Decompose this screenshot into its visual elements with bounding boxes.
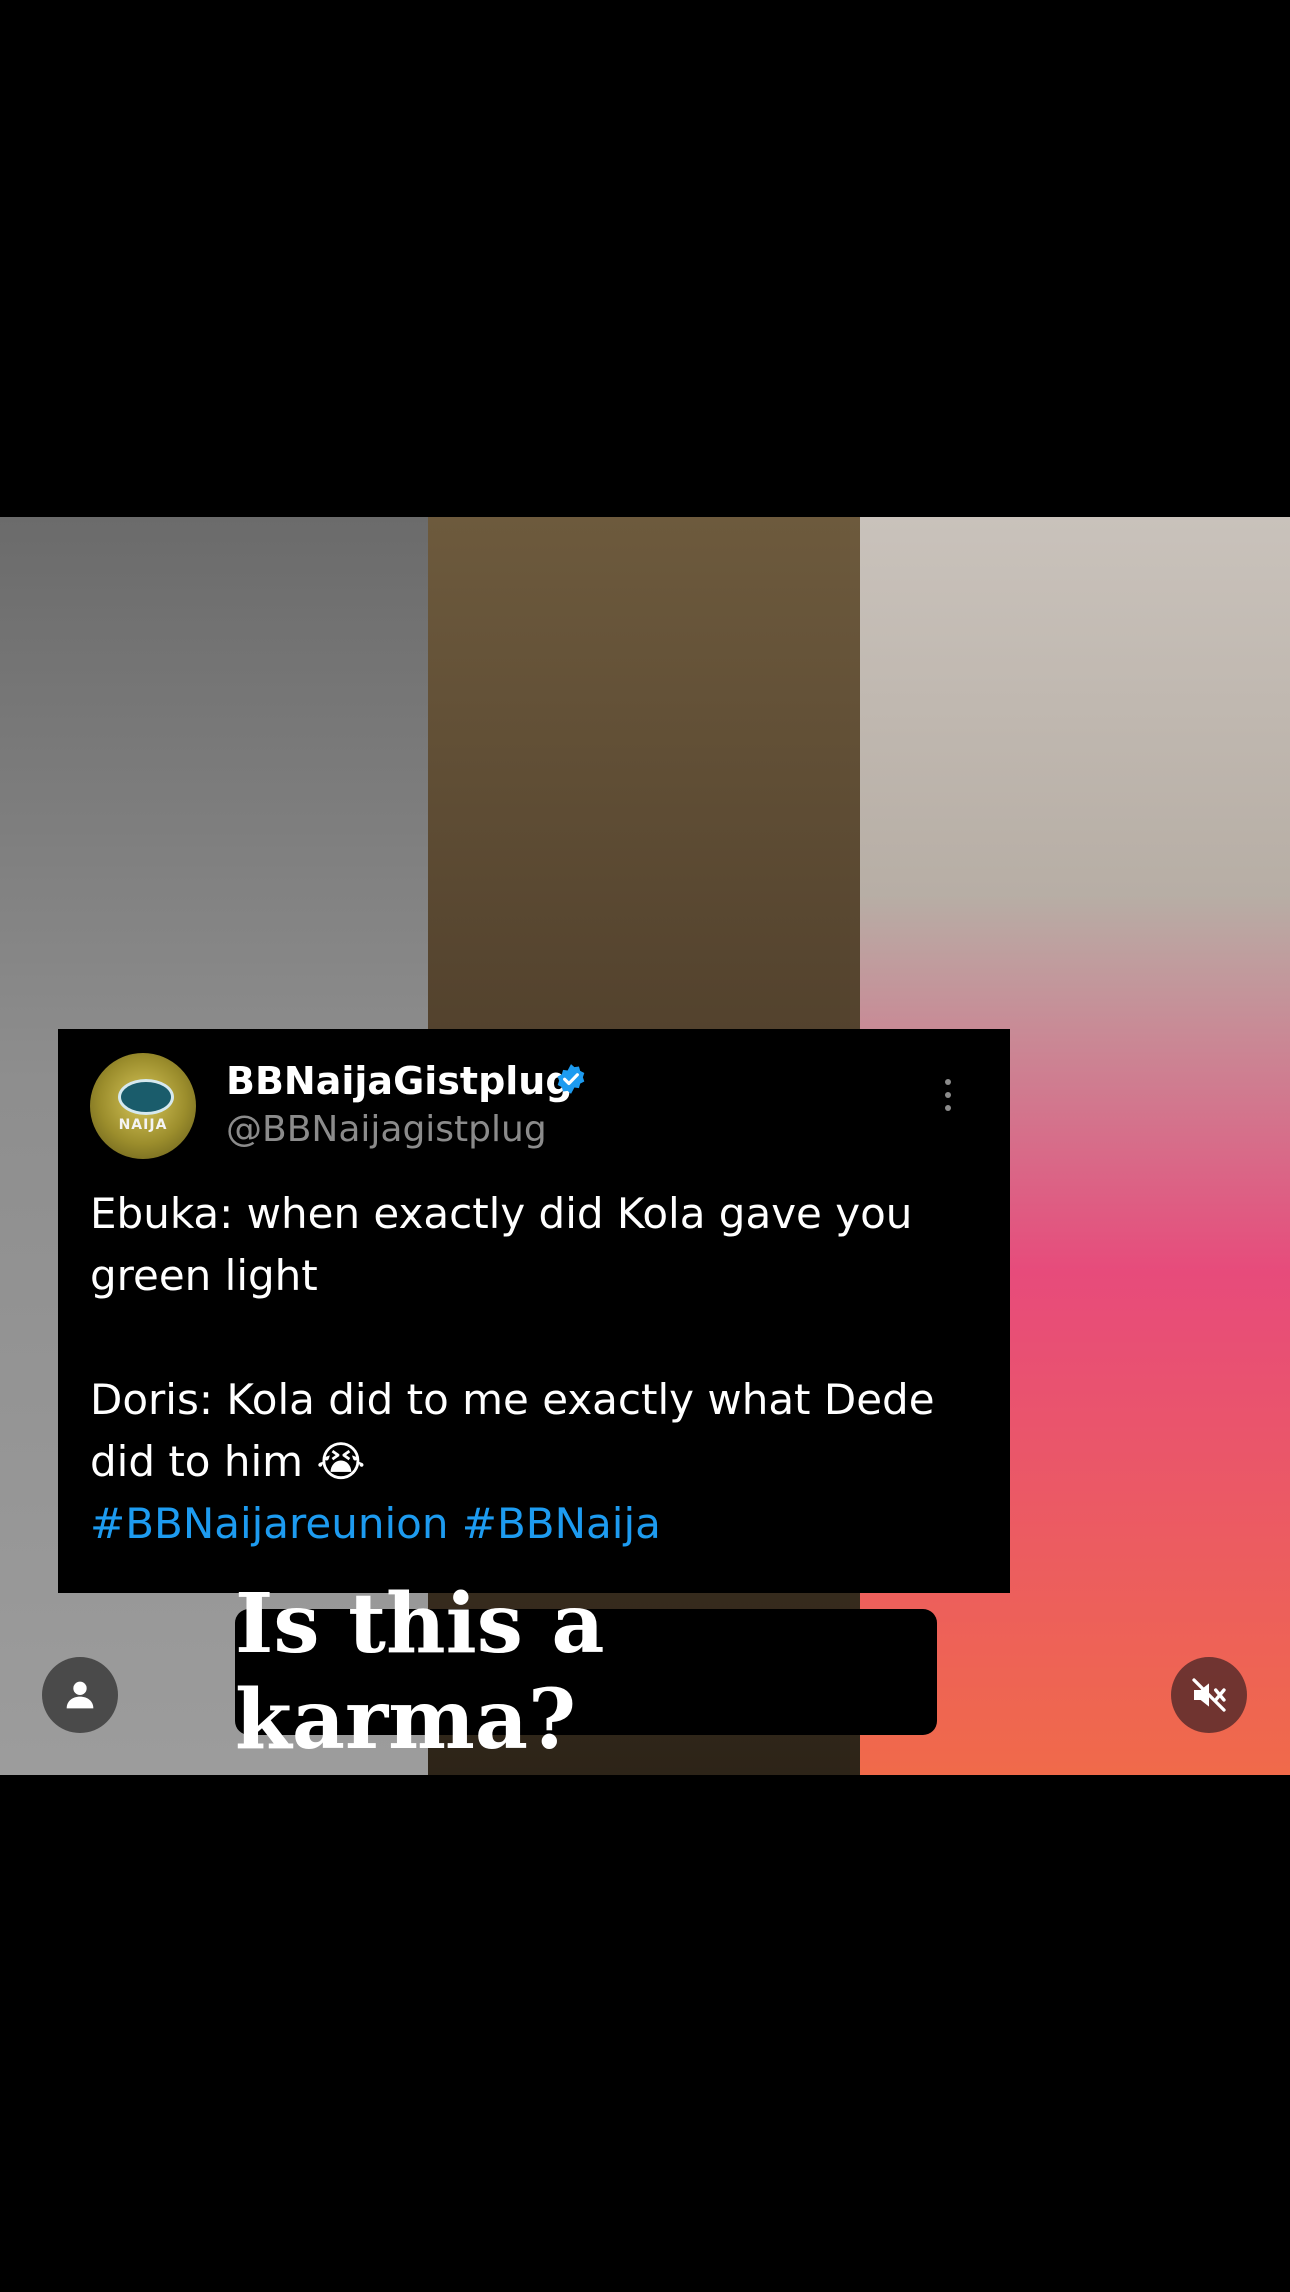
tweet-text: Ebuka: when exactly did Kola gave you gr… [90,1183,990,1555]
tweet-display-name: BBNaijaGistplug [226,1059,573,1103]
caption-box: Is this a karma? [235,1576,937,1768]
user-button[interactable] [42,1657,118,1733]
mute-icon [1192,1678,1226,1712]
avatar-label: NAIJA [118,1117,168,1133]
tweet-handle: @BBNaijagistplug [226,1109,547,1150]
tweet-line: Ebuka: when exactly did Kola gave you [90,1189,913,1238]
tweet-line: did to him 😭 [90,1437,366,1486]
tweet-hashtags[interactable]: #BBNaijareunion #BBNaija [90,1493,990,1555]
tweet-line: green light [90,1251,318,1300]
eye-icon [118,1079,174,1115]
more-vertical-icon[interactable] [942,1077,954,1113]
user-icon [66,1681,94,1709]
tweet-spacer [90,1307,990,1369]
verified-badge-icon [557,1064,585,1094]
tweet-avatar: NAIJA [90,1053,196,1159]
tweet-line: Doris: Kola did to me exactly what Dede [90,1375,935,1424]
mute-button[interactable] [1171,1657,1247,1733]
caption-text: Is this a karma? [235,1576,605,1768]
tweet-card: NAIJA BBNaijaGistplug @BBNaijagistplug E… [58,1029,1010,1593]
